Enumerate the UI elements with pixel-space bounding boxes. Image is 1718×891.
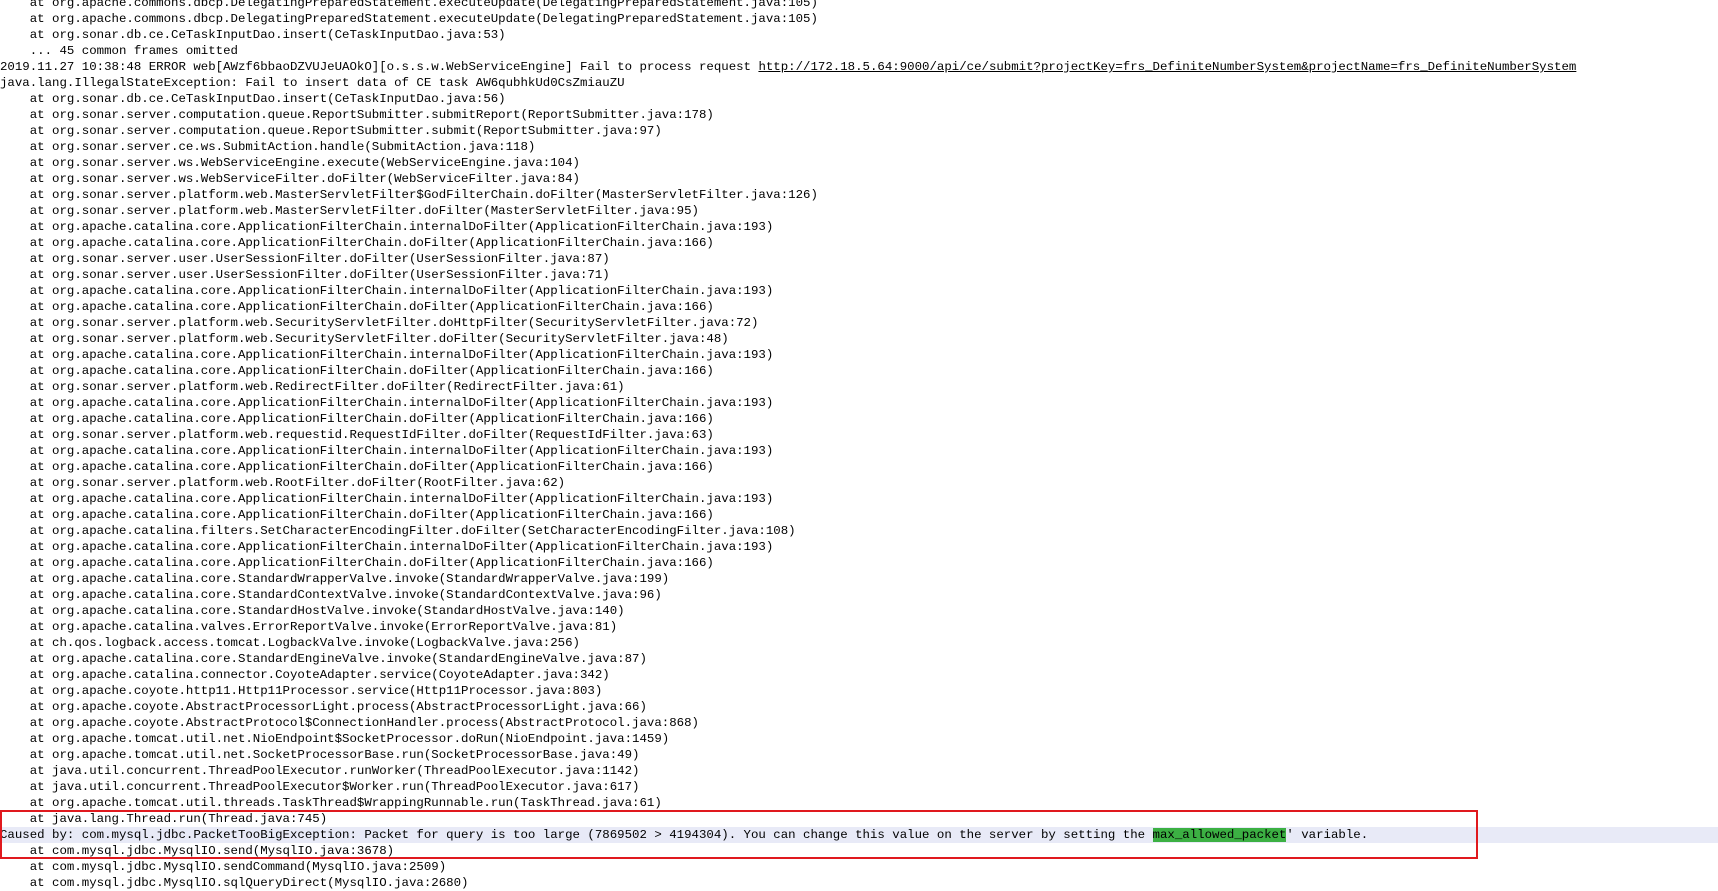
log-line: at org.apache.catalina.core.ApplicationF… [0,236,714,250]
log-line: at org.apache.catalina.connector.CoyoteA… [0,668,610,682]
log-line: at com.mysql.jdbc.MysqlIO.sendCommand(My… [0,860,447,874]
log-line: at org.sonar.db.ce.CeTaskInputDao.insert… [0,92,506,106]
log-line: at ch.qos.logback.access.tomcat.LogbackV… [0,636,580,650]
log-line: at org.apache.tomcat.util.threads.TaskTh… [0,796,662,810]
log-line: at org.sonar.server.computation.queue.Re… [0,108,714,122]
caused-by-text: Caused by: com.mysql.jdbc.PacketTooBigEx… [0,828,1153,842]
log-line: at org.apache.catalina.core.ApplicationF… [0,220,774,234]
log-line: at org.apache.catalina.core.ApplicationF… [0,556,714,570]
log-line: at org.sonar.server.ws.WebServiceEngine.… [0,156,580,170]
request-url-link[interactable]: http://172.18.5.64:9000/api/ce/submit?pr… [758,60,1576,74]
log-line: at org.apache.catalina.core.StandardWrap… [0,572,670,586]
log-line: at org.sonar.server.platform.web.RootFil… [0,476,566,490]
log-line: at org.apache.tomcat.util.net.NioEndpoin… [0,732,670,746]
log-line: at com.mysql.jdbc.MysqlIO.send(MysqlIO.j… [0,844,395,858]
log-line: at org.sonar.server.platform.web.MasterS… [0,188,818,202]
log-line: at java.lang.Thread.run(Thread.java:745) [0,812,328,826]
log-line: at org.apache.catalina.core.ApplicationF… [0,284,774,298]
log-line: java.lang.IllegalStateException: Fail to… [0,76,625,90]
log-line: at org.apache.coyote.http11.Http11Proces… [0,684,603,698]
error-line-text: 2019.11.27 10:38:48 ERROR web[AWzf6bbaoD… [0,60,759,74]
log-line: at org.sonar.db.ce.CeTaskInputDao.insert… [0,28,506,42]
log-line: at org.sonar.server.user.UserSessionFilt… [0,268,610,282]
log-line: at org.apache.commons.dbcp.DelegatingPre… [0,12,818,26]
log-line: at org.apache.catalina.filters.SetCharac… [0,524,796,538]
log-line: at org.sonar.server.platform.web.request… [0,428,714,442]
log-line: at org.apache.catalina.core.StandardCont… [0,588,662,602]
log-line: at org.apache.catalina.core.ApplicationF… [0,540,774,554]
search-match-highlight: max_allowed_packet [1152,828,1287,842]
log-line: at org.apache.tomcat.util.net.SocketProc… [0,748,640,762]
caused-by-text-end: ' variable. [1286,828,1369,842]
log-line: at org.sonar.server.computation.queue.Re… [0,124,662,138]
log-line: at java.util.concurrent.ThreadPoolExecut… [0,780,640,794]
log-line: at org.sonar.server.platform.web.Securit… [0,332,729,346]
log-line: at org.sonar.server.platform.web.Redirec… [0,380,625,394]
log-line: at org.apache.catalina.core.ApplicationF… [0,348,774,362]
log-line: at com.mysql.jdbc.MysqlIO.sqlQueryDirect… [0,876,469,890]
log-line: at org.apache.catalina.core.StandardEngi… [0,652,647,666]
log-caused-by-line: Caused by: com.mysql.jdbc.PacketTooBigEx… [0,827,1718,843]
log-line: at java.util.concurrent.ThreadPoolExecut… [0,764,640,778]
log-line: at org.sonar.server.platform.web.Securit… [0,316,759,330]
log-line: at org.apache.catalina.core.ApplicationF… [0,492,774,506]
log-viewer[interactable]: at org.apache.commons.dbcp.DelegatingPre… [0,0,1718,891]
log-line: at org.apache.catalina.core.StandardHost… [0,604,625,618]
log-line: at org.apache.catalina.core.ApplicationF… [0,444,774,458]
log-line: ... 45 common frames omitted [0,44,238,58]
log-error-line: 2019.11.27 10:38:48 ERROR web[AWzf6bbaoD… [0,59,1718,75]
log-line: at org.apache.catalina.core.ApplicationF… [0,300,714,314]
log-line: at org.apache.catalina.core.ApplicationF… [0,460,714,474]
log-line: at org.apache.catalina.core.ApplicationF… [0,364,714,378]
log-line: at org.apache.coyote.AbstractProcessorLi… [0,700,647,714]
log-line: at org.sonar.server.ws.WebServiceFilter.… [0,172,580,186]
log-line: at org.apache.catalina.core.ApplicationF… [0,396,774,410]
log-line: at org.apache.coyote.AbstractProtocol$Co… [0,716,699,730]
log-line: at org.apache.catalina.core.ApplicationF… [0,412,714,426]
log-line: at org.apache.commons.dbcp.DelegatingPre… [0,0,818,10]
log-line: at org.apache.catalina.core.ApplicationF… [0,508,714,522]
log-line: at org.apache.catalina.valves.ErrorRepor… [0,620,618,634]
log-line: at org.sonar.server.user.UserSessionFilt… [0,252,610,266]
log-line: at org.sonar.server.platform.web.MasterS… [0,204,699,218]
log-line: at org.sonar.server.ce.ws.SubmitAction.h… [0,140,536,154]
